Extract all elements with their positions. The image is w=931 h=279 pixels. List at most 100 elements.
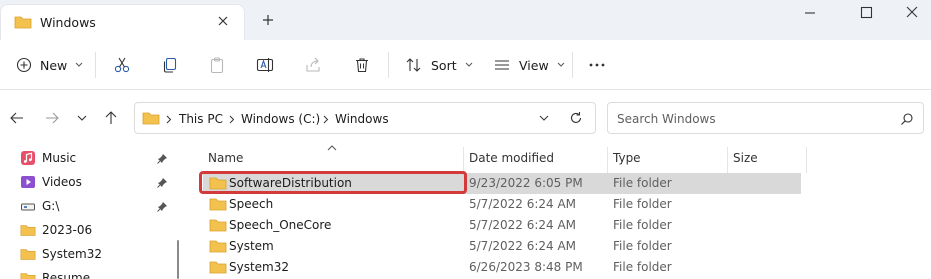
new-tab-icon[interactable] [260, 12, 276, 28]
folder-icon [209, 198, 227, 211]
table-row[interactable]: Speech_OneCore 5/7/2022 6:24 AM File fol… [203, 215, 801, 236]
chevron-down-icon [465, 62, 472, 67]
search-placeholder: Search Windows [617, 112, 716, 126]
file-name: System32 [229, 260, 290, 274]
file-type: File folder [613, 260, 672, 274]
highlight-annotation [199, 171, 467, 194]
nav-item-videos[interactable]: Videos [20, 171, 170, 193]
refresh-icon[interactable] [569, 111, 583, 125]
pin-icon[interactable] [157, 177, 168, 188]
column-header-size[interactable]: Size [733, 151, 758, 173]
tab-title: Windows [40, 15, 96, 30]
folder-icon [14, 15, 32, 32]
more-options-button[interactable] [588, 53, 606, 77]
tab-windows[interactable]: Windows [0, 4, 245, 40]
breadcrumb-this-pc[interactable]: This PC [179, 112, 223, 126]
file-date: 6/26/2023 8:48 PM [469, 260, 583, 274]
chevron-right-icon [323, 115, 329, 124]
search-icon[interactable] [900, 112, 914, 129]
column-header-date[interactable]: Date modified [469, 151, 554, 173]
column-divider[interactable] [727, 147, 728, 173]
maximize-icon[interactable] [852, 4, 880, 22]
view-button[interactable]: View [493, 53, 565, 77]
cut-button[interactable] [113, 53, 131, 77]
column-divider[interactable] [463, 147, 464, 173]
address-bar[interactable]: This PC Windows (C:) Windows [134, 102, 596, 134]
column-divider[interactable] [607, 147, 608, 173]
address-history-chevron-icon[interactable] [539, 114, 549, 122]
close-tab-icon[interactable] [215, 13, 231, 29]
file-type: File folder [613, 197, 672, 211]
trash-icon [356, 58, 368, 73]
search-box[interactable]: Search Windows [607, 102, 924, 134]
up-arrow-icon[interactable] [103, 110, 119, 126]
new-label: New [40, 57, 68, 73]
scissors-icon [114, 57, 130, 73]
file-date: 5/7/2022 6:24 AM [469, 239, 577, 253]
nav-item-resume[interactable]: Resume [20, 267, 170, 279]
share-button[interactable] [304, 53, 322, 77]
nav-item-label: Videos [42, 175, 82, 189]
nav-item-g-drive[interactable]: G:\ [20, 195, 170, 217]
folder-icon [209, 219, 227, 232]
column-header-name[interactable]: Name [208, 151, 243, 173]
breadcrumb-windows-c[interactable]: Windows (C:) [241, 112, 320, 126]
file-date: 5/7/2022 6:24 AM [469, 197, 577, 211]
nav-item-label: System32 [42, 247, 103, 261]
nav-item-music[interactable]: Music [20, 147, 170, 169]
title-bar: Windows [0, 0, 931, 40]
copy-button[interactable] [161, 53, 179, 77]
forward-arrow-icon[interactable] [44, 110, 60, 126]
chevron-right-icon [166, 115, 172, 124]
music-icon [21, 151, 35, 165]
chevron-right-icon [229, 115, 235, 124]
file-name: Speech [229, 197, 274, 211]
file-name: System [229, 239, 274, 253]
sort-button[interactable]: Sort [405, 53, 473, 77]
navigation-pane: Music Videos G:\ 2023-06 System32 Resume [0, 147, 185, 279]
sort-ascending-icon [327, 145, 337, 151]
column-divider[interactable] [806, 147, 807, 173]
new-button[interactable]: New [16, 53, 83, 77]
address-row: This PC Windows (C:) Windows Search Wind… [0, 91, 931, 147]
share-icon [306, 57, 320, 72]
delete-button[interactable] [353, 53, 371, 77]
folder-icon [20, 225, 36, 236]
sort-label: Sort [431, 57, 457, 73]
file-type: File folder [613, 176, 672, 190]
folder-icon [20, 273, 36, 279]
column-header-type[interactable]: Type [613, 151, 641, 173]
more-icon [589, 63, 605, 67]
pin-icon[interactable] [157, 153, 168, 164]
divider [572, 52, 573, 78]
file-type: File folder [613, 239, 672, 253]
rename-button[interactable] [256, 53, 274, 77]
minimize-icon[interactable] [796, 4, 824, 22]
file-date: 9/23/2022 6:05 PM [469, 176, 583, 190]
nav-item-2023-06[interactable]: 2023-06 [20, 219, 170, 241]
drive-icon [21, 203, 35, 211]
breadcrumb-windows[interactable]: Windows [335, 112, 389, 126]
clipboard-icon [210, 57, 224, 74]
folder-icon [20, 249, 36, 260]
view-list-icon [495, 60, 509, 70]
table-row[interactable]: System 5/7/2022 6:24 AM File folder [203, 236, 801, 257]
back-arrow-icon[interactable] [9, 110, 25, 126]
table-row[interactable]: System32 6/26/2023 8:48 PM File folder [203, 257, 801, 278]
plus-circle-icon [16, 57, 32, 73]
nav-item-label: Resume [42, 271, 91, 279]
nav-item-system32[interactable]: System32 [20, 243, 170, 265]
divider [95, 52, 96, 78]
close-window-icon[interactable] [898, 4, 926, 22]
videos-icon [21, 176, 35, 188]
folder-icon [142, 111, 160, 128]
nav-item-label: Music [42, 151, 77, 165]
pin-icon[interactable] [157, 201, 168, 212]
nav-item-label: 2023-06 [42, 223, 93, 237]
table-row[interactable]: Speech 5/7/2022 6:24 AM File folder [203, 194, 801, 215]
paste-button[interactable] [208, 53, 226, 77]
nav-item-label: G:\ [42, 199, 60, 213]
recent-locations-chevron-icon[interactable] [74, 110, 90, 126]
file-name: Speech_OneCore [229, 218, 332, 232]
nav-pane-scrollbar[interactable] [177, 240, 179, 279]
